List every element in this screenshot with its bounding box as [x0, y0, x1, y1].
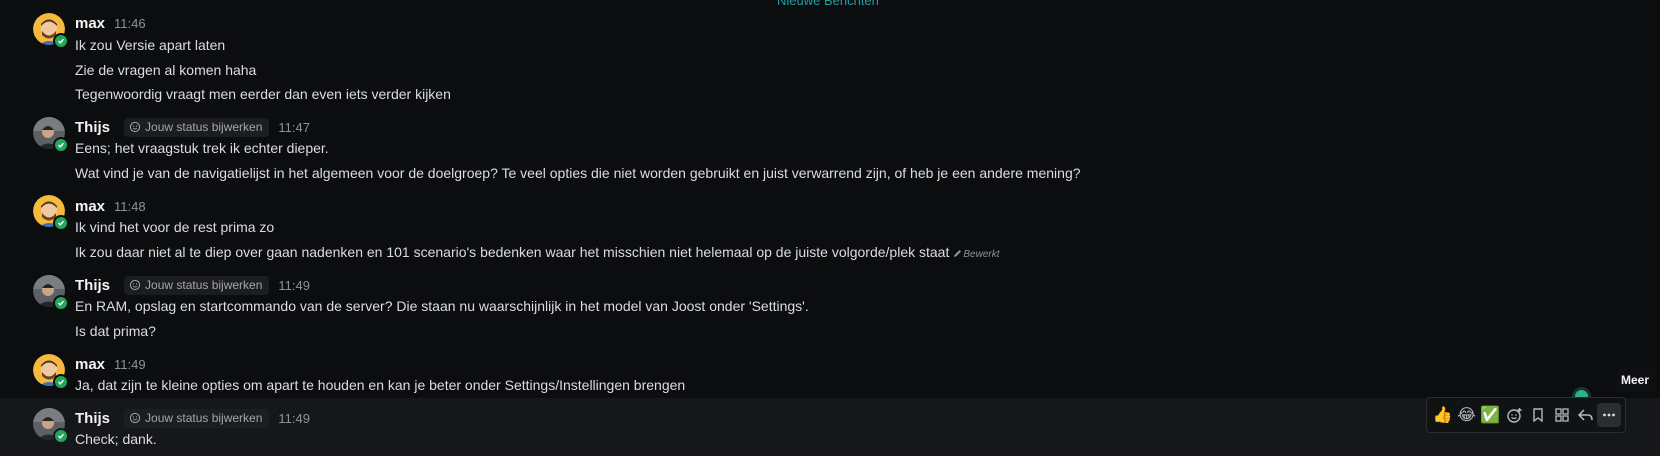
more-tooltip: Meer	[1614, 368, 1657, 392]
message-text: Is dat prima?	[75, 323, 156, 339]
message-text: Ja, dat zijn te kleine opties om apart t…	[75, 377, 686, 393]
more-icon	[1603, 413, 1616, 417]
avatar[interactable]	[33, 117, 69, 153]
online-status-icon	[53, 215, 69, 231]
status-update-chip[interactable]: Jouw status bijwerken	[124, 275, 270, 295]
apps-icon	[1554, 408, 1569, 422]
avatar[interactable]	[33, 195, 69, 231]
online-status-icon	[53, 428, 69, 444]
edited-label: Bewerkt	[963, 249, 1000, 260]
message-text: Check; dank.	[75, 431, 157, 447]
more-button[interactable]	[1597, 403, 1621, 427]
online-status-icon	[53, 33, 69, 49]
avatar[interactable]	[33, 13, 69, 49]
timestamp[interactable]: 11:47	[278, 120, 310, 135]
status-chip-label: Jouw status bijwerken	[145, 411, 263, 425]
add-reaction-icon	[1506, 407, 1522, 423]
reply-icon	[1577, 408, 1593, 421]
status-chip-label: Jouw status bijwerken	[145, 278, 263, 292]
bookmark-icon	[1533, 408, 1543, 423]
avatar[interactable]	[33, 275, 69, 311]
add-reaction-button[interactable]	[1502, 403, 1526, 427]
message-text: En RAM, opslag en startcommando van de s…	[75, 298, 809, 314]
check-mark-reaction-button[interactable]: ✅	[1479, 403, 1503, 427]
message-group-hovered[interactable]: Thijs Jouw status bijwerken 11:49 Check;…	[0, 398, 1660, 456]
smile-plus-icon	[129, 279, 141, 291]
thumbs-up-reaction-button[interactable]: 👍	[1431, 403, 1455, 427]
timestamp[interactable]: 11:49	[278, 411, 310, 426]
author-name[interactable]: max	[75, 15, 105, 32]
message-text: Ik vind het voor de rest prima zo	[75, 219, 275, 235]
message-feed: max 11:46 Ik zou Versie apart laten Zie …	[0, 0, 1660, 456]
timestamp[interactable]: 11:49	[278, 278, 310, 293]
avatar[interactable]	[33, 408, 69, 444]
joy-reaction-button[interactable]: 😂	[1455, 403, 1479, 427]
author-name[interactable]: Thijs	[75, 119, 110, 136]
message-text-edited: Ik zou daar niet al te diep over gaan na…	[75, 244, 999, 260]
status-update-chip[interactable]: Jouw status bijwerken	[124, 408, 270, 428]
message-text: Ik zou daar niet al te diep over gaan na…	[75, 244, 950, 260]
status-update-chip[interactable]: Jouw status bijwerken	[124, 117, 270, 137]
avatar[interactable]	[33, 354, 69, 390]
online-status-icon	[53, 295, 69, 311]
message-text: Wat vind je van de navigatielijst in het…	[75, 165, 1081, 181]
edited-indicator: Bewerkt	[953, 249, 999, 260]
author-name[interactable]: max	[75, 198, 105, 215]
smile-plus-icon	[129, 412, 141, 424]
bookmark-button[interactable]	[1526, 403, 1550, 427]
apps-button[interactable]	[1550, 403, 1574, 427]
timestamp[interactable]: 11:48	[114, 199, 146, 214]
timestamp[interactable]: 11:46	[114, 16, 146, 31]
message-text: Zie de vragen al komen haha	[75, 62, 257, 78]
online-status-icon	[53, 137, 69, 153]
author-name[interactable]: max	[75, 356, 105, 373]
pencil-icon	[954, 250, 962, 257]
smile-plus-icon	[129, 121, 141, 133]
message-actions-toolbar: 👍 😂 ✅	[1426, 397, 1626, 433]
timestamp[interactable]: 11:49	[114, 357, 146, 372]
message-text: Eens; het vraagstuk trek ik echter diepe…	[75, 140, 329, 156]
message-text: Tegenwoordig vraagt men eerder dan even …	[75, 86, 451, 102]
author-name[interactable]: Thijs	[75, 277, 110, 294]
reply-button[interactable]	[1574, 403, 1598, 427]
online-status-icon	[53, 374, 69, 390]
author-name[interactable]: Thijs	[75, 410, 110, 427]
message-text: Ik zou Versie apart laten	[75, 37, 226, 53]
status-chip-label: Jouw status bijwerken	[145, 120, 263, 134]
